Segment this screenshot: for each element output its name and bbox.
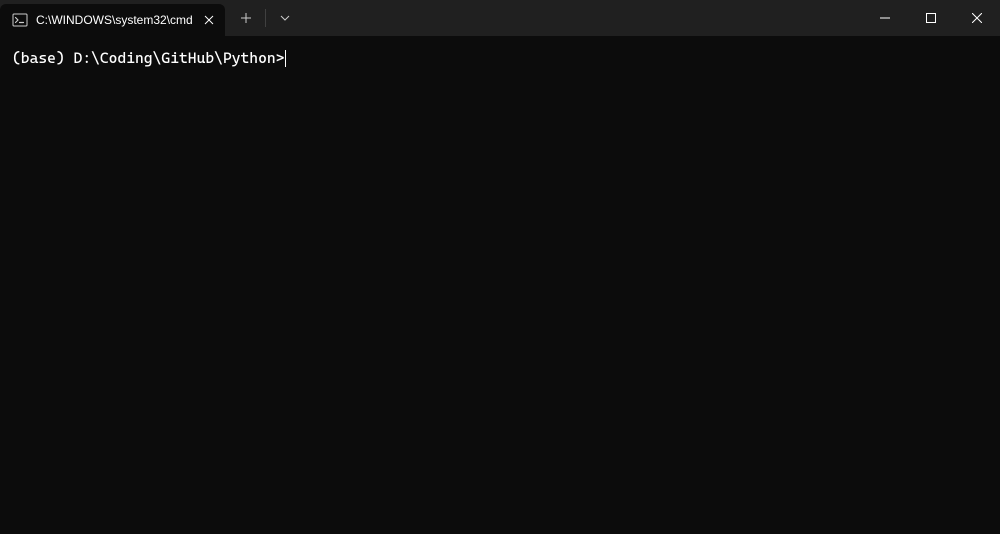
- titlebar-left: C:\WINDOWS\system32\cmd: [0, 0, 302, 36]
- prompt-line: (base) D:\Coding\GitHub\Python>: [12, 48, 988, 69]
- cursor: [285, 50, 286, 67]
- titlebar-divider: [265, 9, 266, 27]
- new-tab-button[interactable]: [229, 2, 263, 34]
- tab-title: C:\WINDOWS\system32\cmd: [36, 13, 193, 27]
- tab-active[interactable]: C:\WINDOWS\system32\cmd: [0, 4, 225, 36]
- titlebar-actions: [229, 0, 302, 36]
- terminal-content[interactable]: (base) D:\Coding\GitHub\Python>: [0, 36, 1000, 534]
- dropdown-button[interactable]: [268, 2, 302, 34]
- prompt-text: (base) D:\Coding\GitHub\Python>: [12, 48, 284, 69]
- cmd-icon: [12, 12, 28, 28]
- window-controls: [862, 0, 1000, 36]
- minimize-button[interactable]: [862, 0, 908, 36]
- maximize-button[interactable]: [908, 0, 954, 36]
- titlebar: C:\WINDOWS\system32\cmd: [0, 0, 1000, 36]
- tab-close-button[interactable]: [201, 12, 217, 28]
- close-button[interactable]: [954, 0, 1000, 36]
